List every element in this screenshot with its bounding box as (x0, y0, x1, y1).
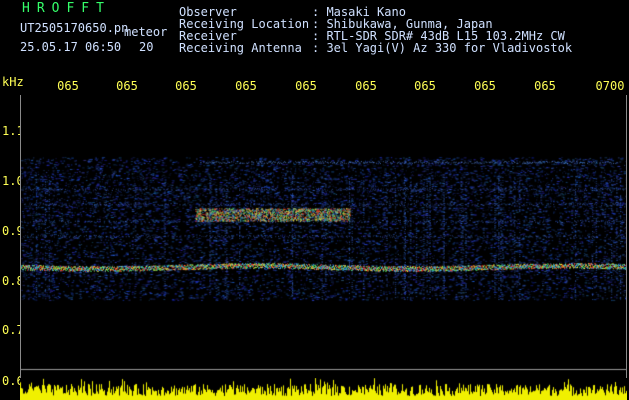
product-label: meteor (124, 25, 168, 39)
x-tick-label: 065 (235, 79, 257, 93)
x-tick-label: 065 (534, 79, 556, 93)
app-brand: HROFFT (22, 1, 111, 16)
x-tick-label: 065 (57, 79, 79, 93)
antenna-value: : 3el Yagi(V) Az 330 for Vladivostok (312, 41, 573, 55)
x-tick-label: 0700 (595, 79, 625, 93)
spectrogram-canvas (21, 95, 626, 378)
date-time: 25.05.17 06:50 (20, 40, 122, 54)
y-axis-unit: kHz (2, 75, 24, 89)
interval-value: 20 (139, 40, 154, 54)
x-tick-label: 065 (355, 79, 377, 93)
antenna-label: Receiving Antenna (179, 41, 302, 55)
x-tick-label: 065 (414, 79, 436, 93)
x-tick-label: 065 (175, 79, 197, 93)
file-name: UT2505170650.pn (20, 21, 129, 35)
spectrogram-plot (20, 95, 627, 378)
signal-level-strip (20, 378, 627, 400)
x-tick-label: 065 (116, 79, 138, 93)
x-tick-label: 065 (295, 79, 317, 93)
x-tick-label: 065 (474, 79, 496, 93)
